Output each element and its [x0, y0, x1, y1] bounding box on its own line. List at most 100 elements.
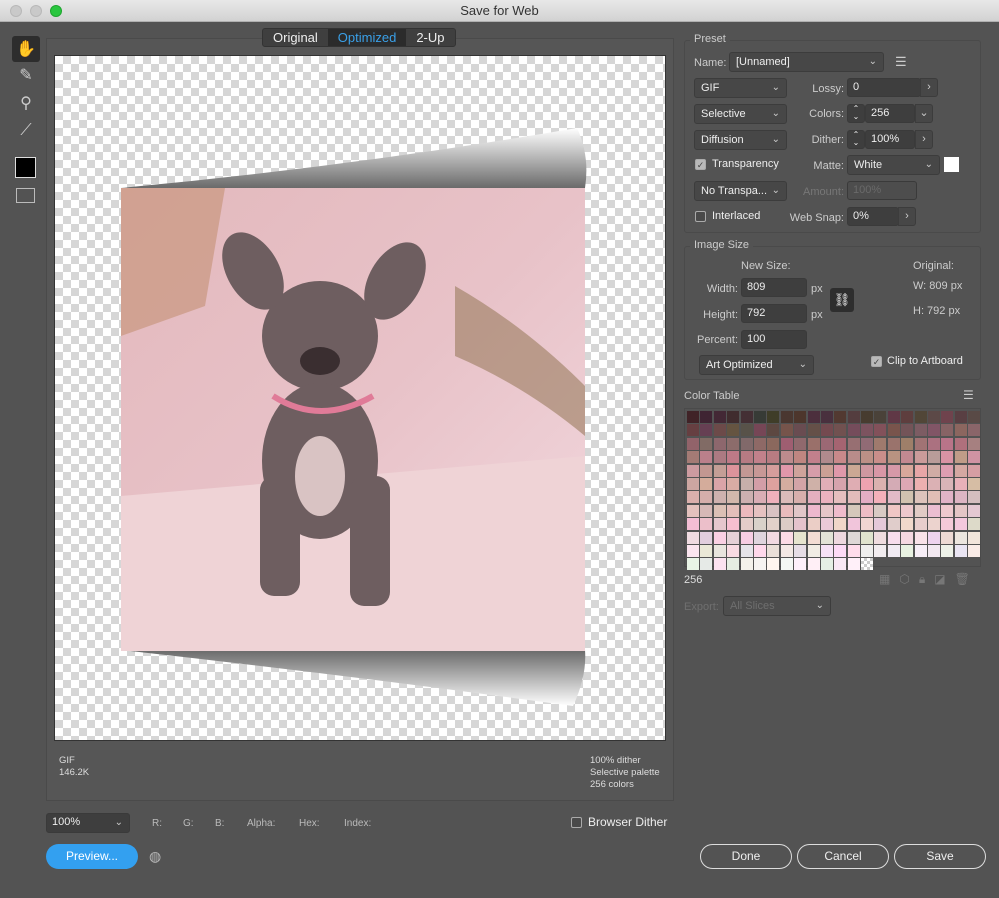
color-swatch[interactable] [780, 464, 793, 477]
color-swatch[interactable] [820, 518, 833, 531]
color-swatch[interactable] [968, 411, 981, 423]
lock-color-icon[interactable]: 🔒︎ [919, 572, 925, 587]
color-swatch[interactable] [807, 558, 820, 571]
color-swatch[interactable] [968, 531, 981, 544]
tab-original[interactable]: Original [263, 29, 328, 46]
color-swatch[interactable] [713, 558, 726, 571]
preview-canvas[interactable] [54, 55, 666, 741]
color-swatch[interactable] [727, 477, 740, 490]
color-swatch[interactable] [874, 491, 887, 504]
color-swatch[interactable] [941, 504, 954, 517]
color-swatch[interactable] [780, 411, 793, 423]
color-swatch[interactable] [954, 477, 967, 490]
color-swatch[interactable] [968, 518, 981, 531]
color-swatch[interactable] [740, 424, 753, 437]
color-swatch[interactable] [740, 504, 753, 517]
color-swatch[interactable] [713, 531, 726, 544]
preview-button[interactable]: Preview... [46, 844, 138, 869]
color-swatch[interactable] [820, 451, 833, 464]
toggle-slices-icon[interactable] [16, 188, 35, 203]
transparency-dither-select[interactable]: No Transpa... ⌄ [694, 181, 787, 201]
color-swatch[interactable] [687, 531, 699, 544]
color-swatch[interactable] [887, 451, 900, 464]
color-swatch[interactable] [928, 504, 941, 517]
color-swatch[interactable] [874, 518, 887, 531]
color-swatch[interactable] [928, 424, 941, 437]
done-button[interactable]: Done [700, 844, 792, 869]
color-swatch[interactable] [807, 544, 820, 557]
color-swatch[interactable] [753, 518, 766, 531]
color-swatch[interactable] [740, 518, 753, 531]
color-swatch[interactable] [687, 424, 699, 437]
color-swatch[interactable] [780, 477, 793, 490]
color-swatch[interactable] [968, 491, 981, 504]
color-swatch[interactable] [700, 411, 713, 423]
color-swatch[interactable] [901, 531, 914, 544]
color-swatch[interactable] [914, 491, 927, 504]
color-swatch[interactable] [861, 437, 874, 450]
color-swatch[interactable] [834, 437, 847, 450]
color-swatch[interactable] [954, 411, 967, 423]
color-swatch[interactable] [807, 531, 820, 544]
color-swatch[interactable] [861, 451, 874, 464]
color-swatch[interactable] [887, 411, 900, 423]
color-swatch[interactable] [713, 544, 726, 557]
color-swatch[interactable] [687, 411, 699, 423]
color-swatch[interactable] [727, 531, 740, 544]
color-swatch[interactable] [727, 504, 740, 517]
color-swatch[interactable] [954, 424, 967, 437]
color-swatch[interactable] [740, 464, 753, 477]
percent-input[interactable]: 100 [741, 330, 807, 349]
color-swatch[interactable] [887, 491, 900, 504]
color-swatch[interactable] [794, 558, 807, 571]
color-swatch[interactable] [901, 491, 914, 504]
color-swatch[interactable] [941, 477, 954, 490]
color-swatch[interactable] [901, 544, 914, 557]
color-swatch[interactable] [901, 411, 914, 423]
interlaced-checkbox[interactable] [695, 211, 706, 222]
color-swatch[interactable] [914, 544, 927, 557]
color-swatch[interactable] [767, 411, 780, 423]
color-swatch[interactable] [847, 544, 860, 557]
color-swatch[interactable] [780, 424, 793, 437]
color-swatch[interactable] [928, 518, 941, 531]
color-swatch[interactable] [901, 464, 914, 477]
color-swatch[interactable] [713, 518, 726, 531]
color-swatch[interactable] [753, 451, 766, 464]
color-swatch[interactable] [928, 451, 941, 464]
color-swatch[interactable] [861, 411, 874, 423]
reduction-select[interactable]: Selective ⌄ [694, 104, 787, 124]
color-swatch[interactable] [874, 411, 887, 423]
color-swatch[interactable] [727, 424, 740, 437]
color-swatch[interactable] [861, 558, 874, 571]
color-swatch[interactable] [914, 518, 927, 531]
zoom-level-select[interactable]: 100% ⌄ [46, 813, 130, 833]
cancel-button[interactable]: Cancel [797, 844, 889, 869]
color-swatch[interactable] [753, 504, 766, 517]
color-swatch[interactable] [941, 544, 954, 557]
color-swatch[interactable] [901, 477, 914, 490]
color-swatch[interactable] [847, 531, 860, 544]
color-swatch[interactable] [700, 464, 713, 477]
color-swatch[interactable] [861, 518, 874, 531]
color-swatch[interactable] [740, 477, 753, 490]
dither-stepper[interactable]: ⌃ ⌄ [847, 130, 865, 149]
color-swatch[interactable] [807, 411, 820, 423]
color-swatch[interactable] [861, 544, 874, 557]
color-swatch[interactable] [780, 504, 793, 517]
color-swatch[interactable] [847, 437, 860, 450]
color-swatch[interactable] [780, 451, 793, 464]
color-swatch[interactable] [914, 477, 927, 490]
color-swatch[interactable] [861, 464, 874, 477]
color-swatch[interactable] [820, 491, 833, 504]
color-swatch[interactable] [700, 477, 713, 490]
color-swatch[interactable] [740, 437, 753, 450]
color-swatch[interactable] [834, 544, 847, 557]
color-swatch[interactable] [820, 544, 833, 557]
color-swatch[interactable] [807, 424, 820, 437]
minimize-button[interactable] [30, 5, 42, 17]
color-swatch[interactable] [794, 504, 807, 517]
color-table-grid[interactable] [684, 408, 981, 571]
color-swatch[interactable] [753, 464, 766, 477]
color-swatch[interactable] [700, 518, 713, 531]
